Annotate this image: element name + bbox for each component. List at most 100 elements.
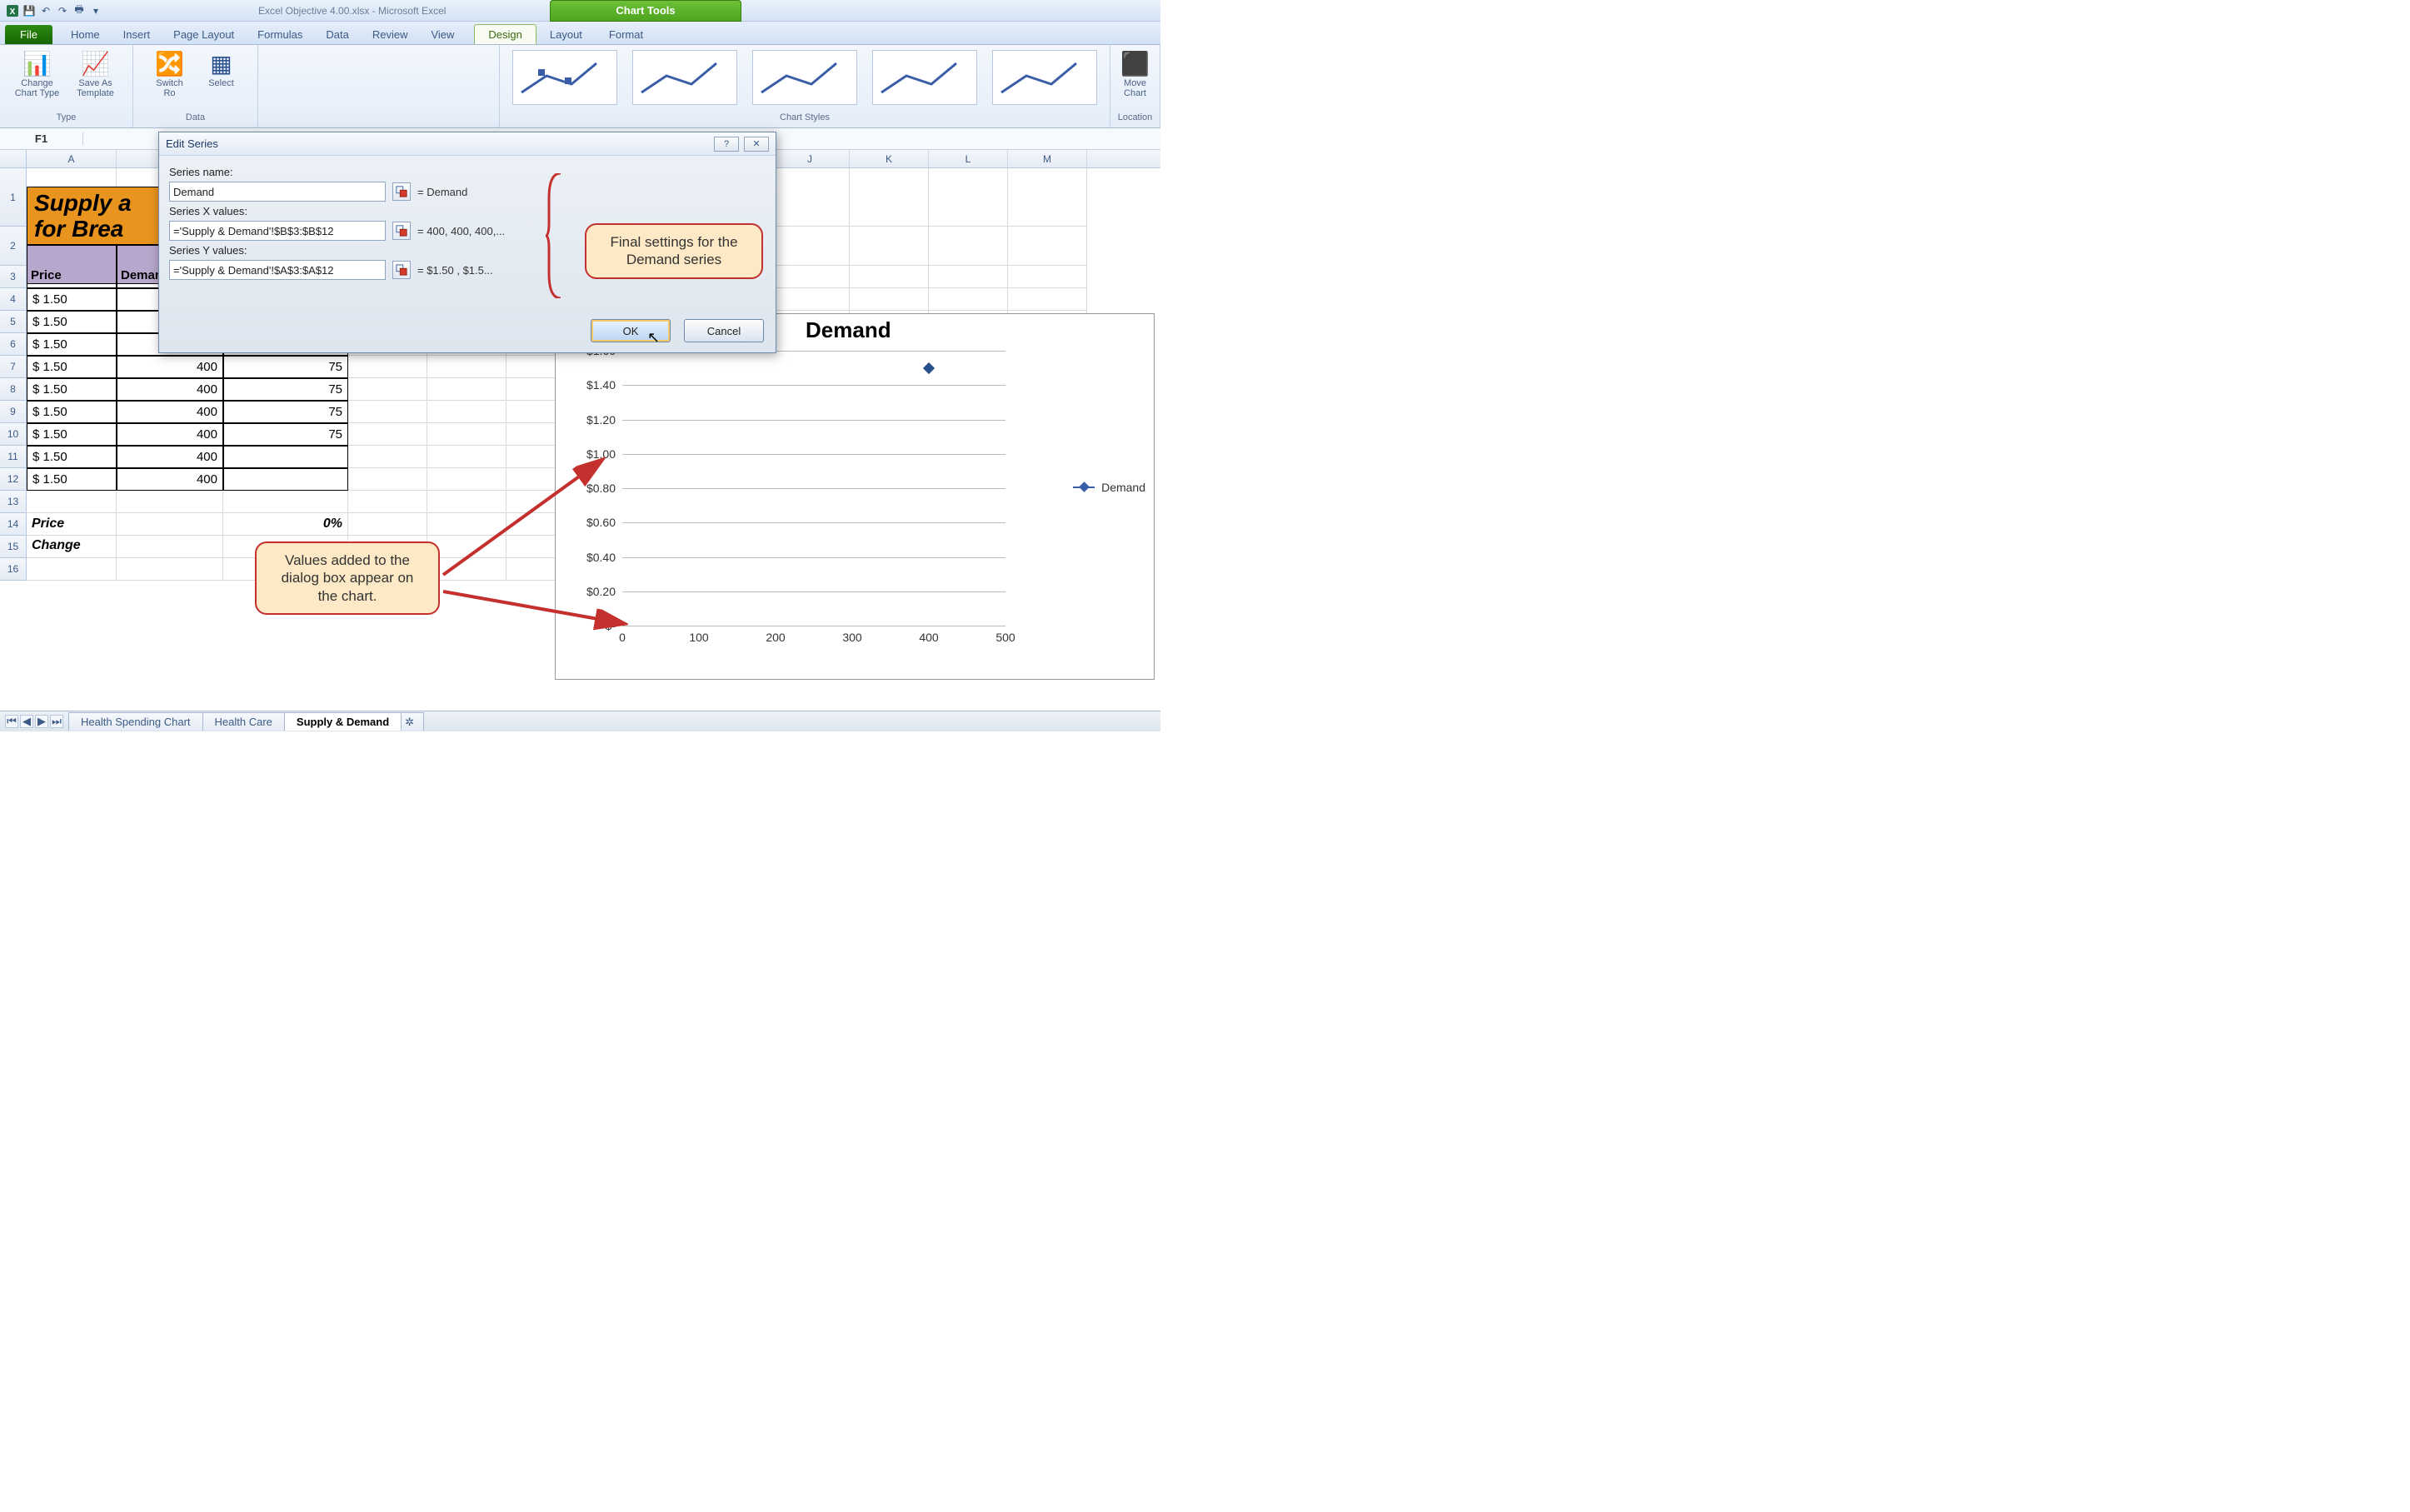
cell[interactable] [27,558,117,581]
chart-style-1[interactable] [512,50,617,105]
cell[interactable] [850,168,929,227]
cell[interactable] [771,288,850,311]
cell[interactable] [348,446,427,468]
cell[interactable] [348,491,427,513]
col-header-A[interactable]: A [27,150,117,167]
cell[interactable] [929,288,1008,311]
col-header-K[interactable]: K [850,150,929,167]
cell[interactable] [1008,227,1087,266]
sheet-nav-last[interactable]: ⏭ [50,715,63,728]
cell[interactable] [223,446,348,468]
print-icon[interactable]: 🖶 [72,3,87,18]
cell[interactable]: $ 1.50 [27,311,117,333]
chart-style-2[interactable] [632,50,737,105]
cell[interactable] [427,378,506,401]
cell[interactable] [427,356,506,378]
cell[interactable]: $ 1.50 [27,288,117,311]
row-header-2[interactable]: 2 [0,227,27,266]
cell[interactable] [27,491,117,513]
tab-chart-format[interactable]: Format [596,25,656,44]
row-header-9[interactable]: 9 [0,401,27,423]
chart-style-3[interactable] [752,50,857,105]
row-header-8[interactable]: 8 [0,378,27,401]
sheet-tab-health-spending[interactable]: Health Spending Chart [68,712,203,731]
cell[interactable]: 400 [117,446,223,468]
cell[interactable]: 400 [117,378,223,401]
cell[interactable] [850,227,929,266]
chart-plot-area[interactable]: $-$0.20$0.40$0.60$0.80$1.00$1.20$1.40$1.… [622,351,1005,626]
cell[interactable] [117,536,223,558]
tab-data[interactable]: Data [314,25,360,44]
cell[interactable] [771,266,850,288]
sheet-nav-next[interactable]: ▶ [35,715,48,728]
dialog-help-button[interactable]: ? [714,137,739,152]
cell[interactable]: 75 [223,356,348,378]
cell[interactable] [1008,266,1087,288]
tab-insert[interactable]: Insert [112,25,162,44]
switch-row-col-button[interactable]: 🔀Switch Ro [150,48,190,98]
save-icon[interactable]: 💾 [22,3,37,18]
cell[interactable] [117,491,223,513]
cell[interactable] [1008,168,1087,227]
tab-page-layout[interactable]: Page Layout [162,25,246,44]
cell[interactable] [506,401,561,423]
cell[interactable]: 75 [223,378,348,401]
row-header-16[interactable]: 16 [0,558,27,581]
cell[interactable] [348,513,427,536]
chart-data-point[interactable] [923,362,935,374]
row-header-15[interactable]: 15 [0,536,27,558]
cell[interactable] [850,266,929,288]
cell[interactable]: 400 [117,468,223,491]
cell[interactable] [771,227,850,266]
select-data-button[interactable]: ▦Select [202,48,242,88]
cell[interactable]: $ 1.50 [27,401,117,423]
cell[interactable]: 75 [223,401,348,423]
cell[interactable] [117,513,223,536]
row-header-4[interactable]: 4 [0,288,27,311]
range-selector-button[interactable] [392,261,411,279]
dialog-close-button[interactable]: ✕ [744,137,769,152]
cell[interactable]: $ 1.50 [27,468,117,491]
range-selector-button[interactable] [392,222,411,240]
cell[interactable]: $ 1.50 [27,446,117,468]
sheet-nav-prev[interactable]: ◀ [20,715,33,728]
series-y-input[interactable]: ='Supply & Demand'!$A$3:$A$12 [169,260,386,280]
cell[interactable] [771,168,850,227]
sheet-tab-new[interactable]: ✲ [401,712,424,731]
series-x-input[interactable]: ='Supply & Demand'!$B$3:$B$12 [169,221,386,241]
chart-style-5[interactable] [992,50,1097,105]
cell[interactable] [348,468,427,491]
cell[interactable] [223,491,348,513]
cell[interactable] [348,356,427,378]
cell[interactable]: $ 1.50 [27,356,117,378]
cell[interactable]: 400 [117,423,223,446]
qat-dropdown-icon[interactable]: ▾ [88,3,103,18]
cell[interactable]: $ 1.50 [27,333,117,356]
tab-home[interactable]: Home [59,25,112,44]
dialog-titlebar[interactable]: Edit Series ? ✕ [159,132,776,156]
row-header-10[interactable]: 10 [0,423,27,446]
name-box[interactable]: F1 [0,132,83,145]
range-selector-button[interactable] [392,182,411,201]
row-header-1[interactable]: 1 [0,168,27,227]
tab-review[interactable]: Review [361,25,420,44]
cell[interactable] [506,423,561,446]
row-header-6[interactable]: 6 [0,333,27,356]
chart-style-4[interactable] [872,50,977,105]
change-chart-type-button[interactable]: 📊Change Chart Type [14,48,61,98]
cell[interactable]: 0% [223,513,348,536]
cell[interactable] [929,168,1008,227]
col-header-J[interactable]: J [771,150,850,167]
col-header-M[interactable]: M [1008,150,1087,167]
tab-file[interactable]: File [5,25,52,44]
cancel-button[interactable]: Cancel [684,319,764,342]
redo-icon[interactable]: ↷ [55,3,70,18]
cell[interactable] [427,423,506,446]
cell[interactable] [117,558,223,581]
chart-legend[interactable]: Demand [1073,481,1145,494]
cell[interactable] [506,378,561,401]
row-header-3[interactable]: 3 [0,266,27,288]
tab-chart-layout[interactable]: Layout [536,25,596,44]
col-header-L[interactable]: L [929,150,1008,167]
series-name-input[interactable]: Demand [169,182,386,202]
